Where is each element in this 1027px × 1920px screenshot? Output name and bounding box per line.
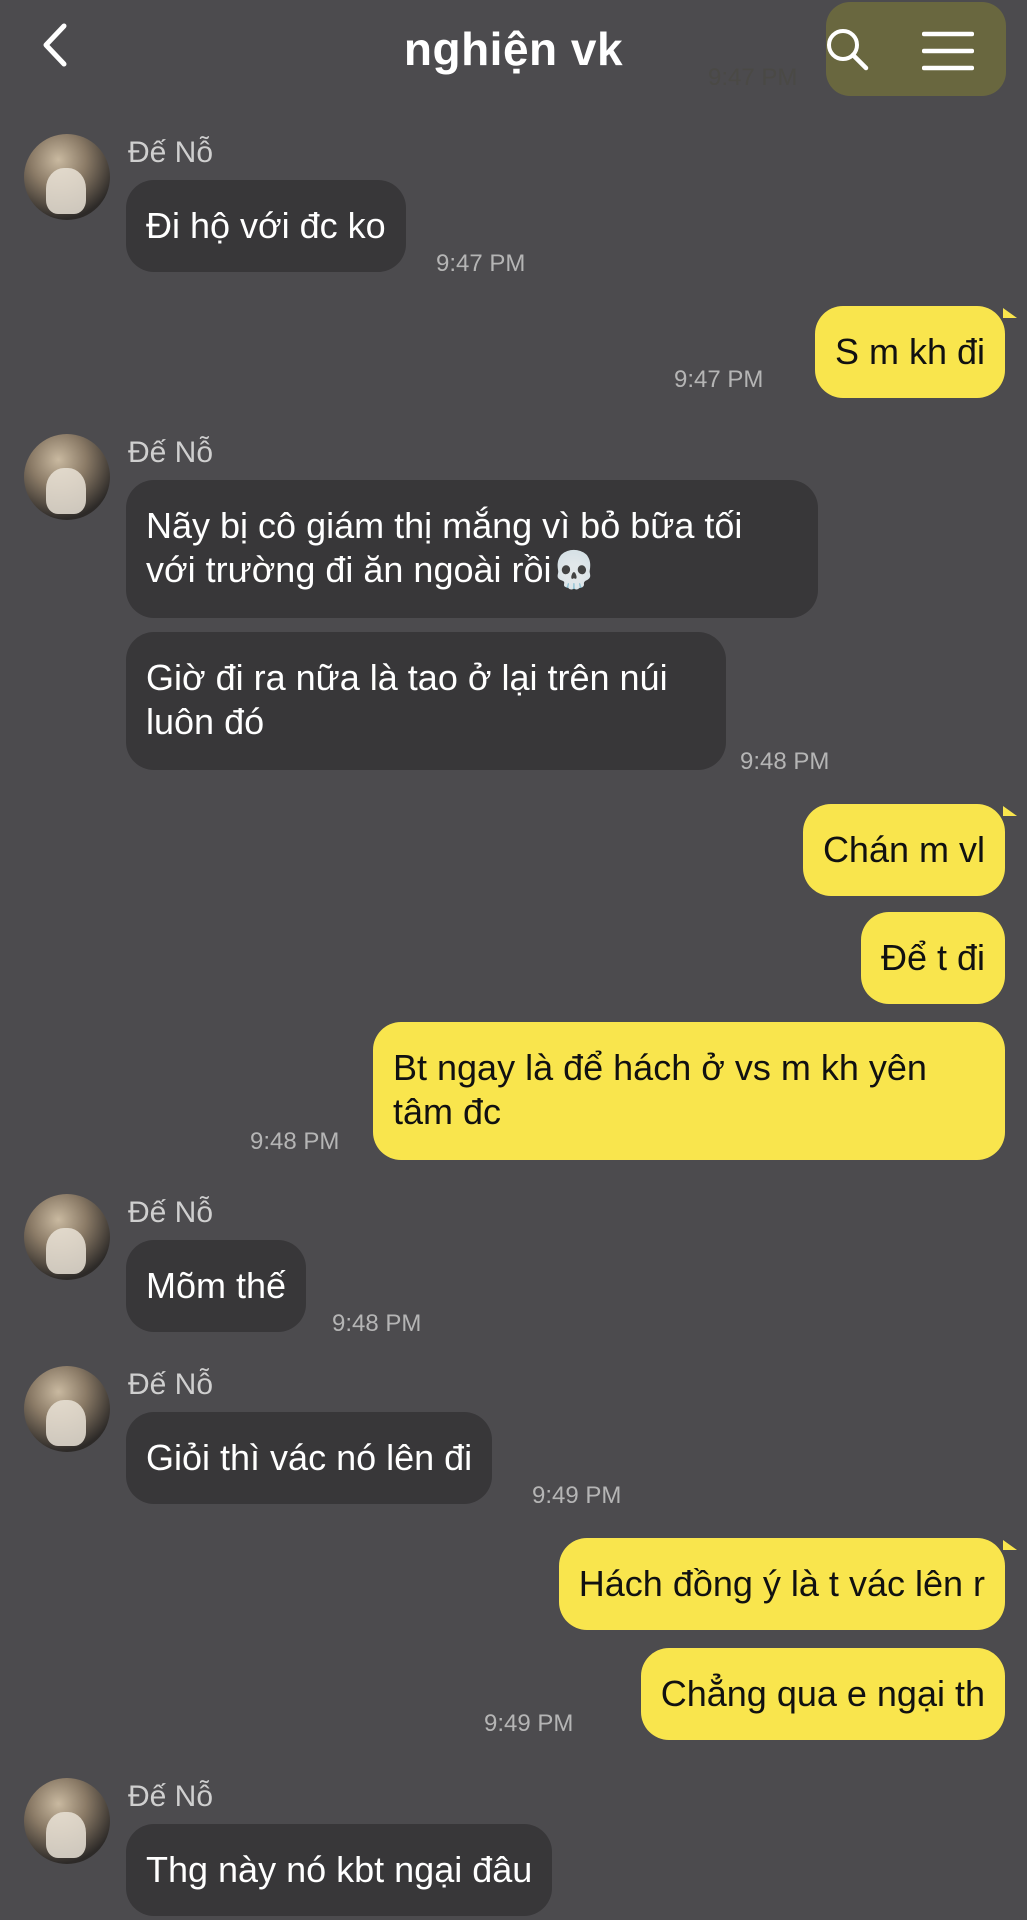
avatar[interactable] bbox=[24, 434, 110, 520]
avatar[interactable] bbox=[24, 1366, 110, 1452]
search-icon bbox=[827, 29, 869, 71]
message-text-line: Giờ đi ra nữa là tao ở lại trên núi bbox=[146, 657, 668, 698]
avatar[interactable] bbox=[24, 1194, 110, 1280]
sender-name: Đế Nỗ bbox=[128, 436, 214, 469]
message-time: 9:48 PM bbox=[332, 1310, 422, 1337]
message-bubble-outgoing[interactable]: Chán m vl bbox=[802, 804, 1005, 896]
message-bubble-outgoing[interactable]: Bt ngay là để hách ở vs m kh yên tâm đc bbox=[373, 1022, 1005, 1160]
sender-name: Đế Nỗ bbox=[128, 1780, 214, 1813]
message-text: Chẳng qua e ngại th bbox=[660, 1673, 985, 1714]
menu-button[interactable] bbox=[922, 30, 974, 74]
sender-name: Đế Nỗ bbox=[128, 1196, 214, 1229]
message-time: 9:48 PM bbox=[740, 748, 830, 775]
message-bubble-outgoing[interactable]: Để t đi bbox=[860, 912, 1005, 1004]
message-bubble-outgoing[interactable]: S m kh đi bbox=[814, 306, 1005, 398]
message-text: Giỏi thì vác nó lên đi bbox=[146, 1437, 473, 1478]
message-bubble-outgoing[interactable]: Chẳng qua e ngại th bbox=[640, 1648, 1005, 1740]
message-bubble-incoming[interactable]: Mõm thế bbox=[126, 1240, 307, 1332]
message-text-line: Bt ngay là để hách ở vs m kh yên bbox=[393, 1047, 927, 1088]
message-text: Hách đồng ý là t vác lên r bbox=[578, 1563, 985, 1604]
menu-icon bbox=[922, 31, 974, 71]
message-text: Đi hộ với đc ko bbox=[146, 205, 386, 246]
bubble-tail bbox=[1003, 308, 1017, 318]
sender-name: Đế Nỗ bbox=[128, 136, 214, 169]
message-time: 9:49 PM bbox=[484, 1710, 574, 1737]
message-text: Chán m vl bbox=[822, 829, 985, 870]
avatar[interactable] bbox=[24, 134, 110, 220]
message-bubble-incoming[interactable]: Nãy bị cô giám thị mắng vì bỏ bữa tối vớ… bbox=[126, 480, 818, 618]
message-bubble-incoming[interactable]: Giờ đi ra nữa là tao ở lại trên núi luôn… bbox=[126, 632, 726, 770]
message-text: S m kh đi bbox=[834, 331, 985, 372]
message-text-line: với trường đi ăn ngoài rồi💀 bbox=[146, 549, 597, 590]
message-text-line: Nãy bị cô giám thị mắng vì bỏ bữa tối bbox=[146, 505, 743, 546]
sender-name: Đế Nỗ bbox=[128, 1368, 214, 1401]
search-button[interactable] bbox=[824, 26, 870, 72]
message-time: 9:47 PM bbox=[436, 250, 526, 277]
message-text: Để t đi bbox=[880, 937, 985, 978]
message-text-line: luôn đó bbox=[146, 701, 265, 742]
message-time: 9:47 PM bbox=[674, 366, 764, 393]
bubble-tail bbox=[1003, 1540, 1017, 1550]
message-bubble-incoming[interactable]: Đi hộ với đc ko bbox=[126, 180, 406, 272]
message-time: 9:48 PM bbox=[250, 1128, 340, 1155]
message-bubble-incoming[interactable]: Giỏi thì vác nó lên đi bbox=[126, 1412, 493, 1504]
chat-title: nghiện vk bbox=[403, 23, 624, 75]
bubble-tail bbox=[1003, 806, 1017, 816]
message-bubble-incoming[interactable]: Thg này nó kbt ngại đâu bbox=[126, 1824, 553, 1916]
message-text: Mõm thế bbox=[146, 1265, 287, 1306]
message-time: 9:49 PM bbox=[532, 1482, 622, 1509]
message-bubble-outgoing[interactable]: Hách đồng ý là t vác lên r bbox=[558, 1538, 1005, 1630]
message-text: Thg này nó kbt ngại đâu bbox=[146, 1849, 533, 1890]
message-text-line: tâm đc bbox=[393, 1091, 502, 1132]
avatar[interactable] bbox=[24, 1778, 110, 1864]
